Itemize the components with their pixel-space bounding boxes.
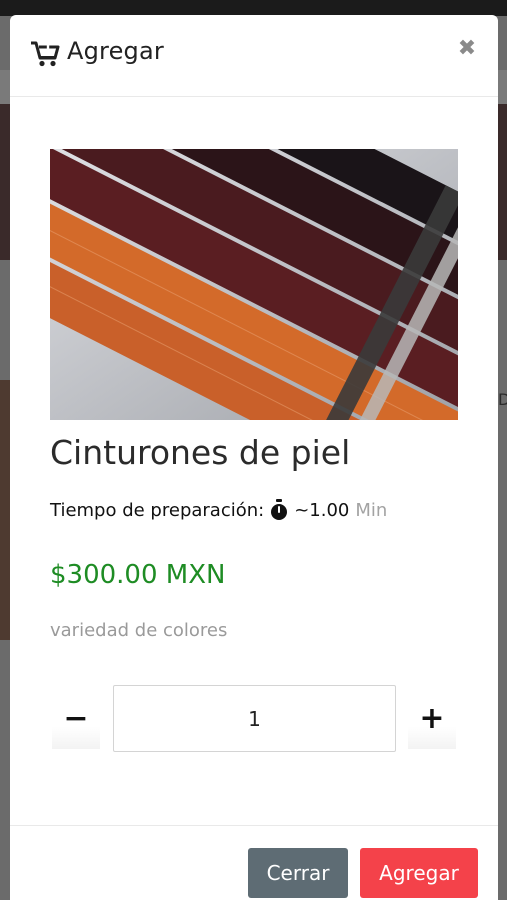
quantity-decrement-button[interactable]: −: [52, 693, 100, 749]
quantity-increment-button[interactable]: +: [408, 693, 456, 749]
backdrop-image-right: [497, 104, 507, 260]
minus-icon: −: [63, 701, 89, 736]
backdrop-side-text: D: [498, 390, 507, 409]
modal-header: Agregar ✖: [10, 15, 498, 97]
product-image: [50, 149, 458, 420]
prep-time-value: ~1.00: [294, 499, 350, 521]
quantity-input[interactable]: [113, 685, 396, 752]
product-name: Cinturones de piel: [50, 433, 351, 472]
close-icon[interactable]: ✖: [456, 37, 478, 61]
close-button[interactable]: Cerrar: [248, 848, 348, 898]
prep-time-row: Tiempo de preparación: ~1.00 Min: [50, 499, 387, 521]
modal-title: Agregar: [67, 37, 164, 65]
prep-time-label: Tiempo de preparación:: [50, 499, 265, 521]
product-price: $300.00 MXN: [50, 560, 226, 590]
modal-footer: Cerrar Agregar: [10, 825, 498, 900]
product-description: variedad de colores: [50, 620, 228, 641]
backdrop-top-bar: [0, 0, 507, 16]
cart-plus-icon: [31, 41, 60, 67]
prep-time-unit: Min: [355, 499, 388, 521]
backdrop-image-left: [0, 104, 10, 260]
stopwatch-icon: [271, 499, 288, 520]
backdrop-side-left: [0, 380, 10, 640]
add-to-cart-modal: Agregar ✖ Cinturones de piel Tiempo de p…: [10, 15, 498, 900]
plus-icon: +: [419, 701, 445, 736]
add-button[interactable]: Agregar: [360, 848, 478, 898]
